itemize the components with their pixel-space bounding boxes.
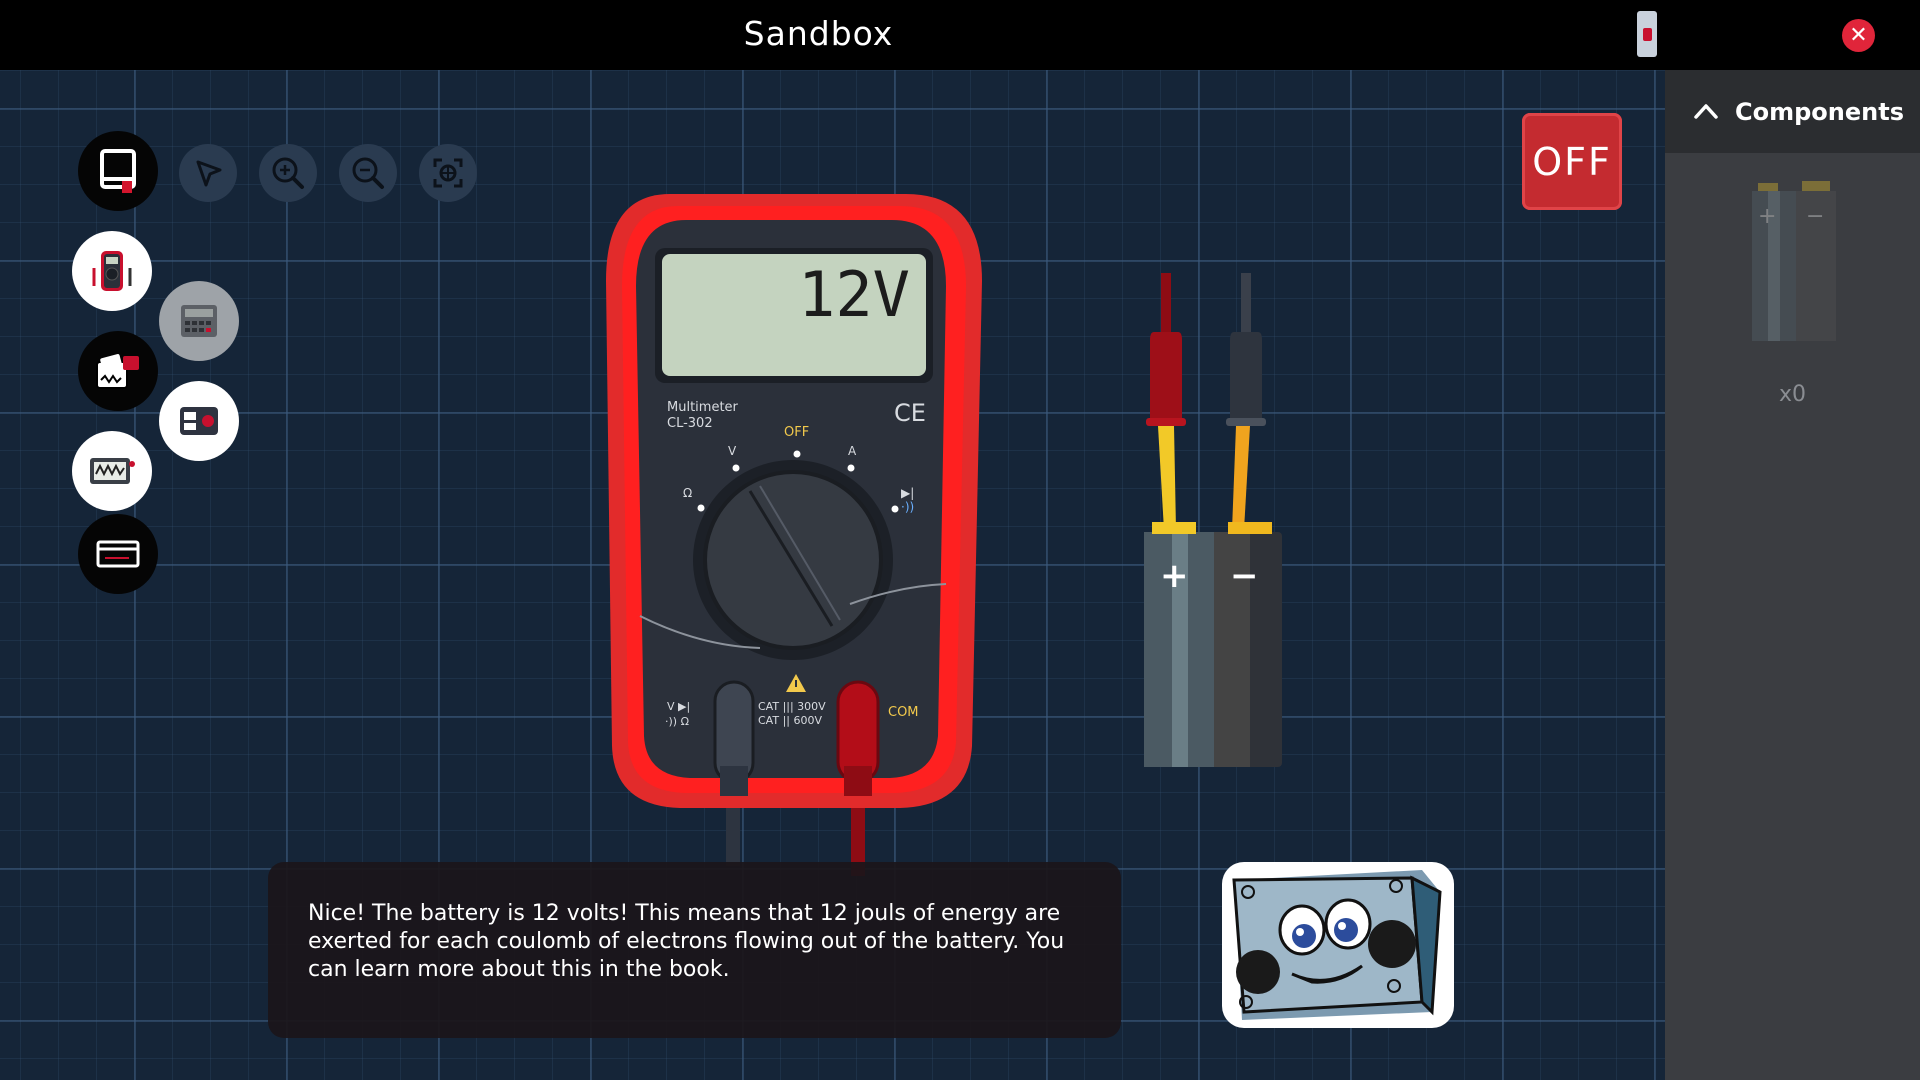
dial-current-label: A bbox=[848, 444, 857, 458]
multimeter-display: 12V bbox=[798, 258, 910, 331]
power-supply-tool-button[interactable] bbox=[159, 381, 239, 461]
rating-line1: CAT ||| 300V bbox=[758, 700, 826, 713]
dial-resistance-label: Ω bbox=[683, 486, 693, 500]
components-panel-header[interactable]: Components bbox=[1665, 70, 1920, 153]
fit-view-button[interactable] bbox=[419, 144, 477, 202]
fit-view-icon bbox=[433, 158, 463, 188]
mascot-avatar bbox=[1222, 862, 1454, 1028]
multimeter-tool-button[interactable] bbox=[72, 231, 152, 311]
battery-component[interactable] bbox=[1140, 270, 1290, 780]
power-off-button[interactable]: OFF bbox=[1522, 113, 1622, 210]
pointer-icon bbox=[196, 160, 222, 187]
display-panel-icon bbox=[96, 540, 140, 568]
multimeter-model-line1: Multimeter bbox=[667, 400, 738, 415]
jack-label-top: V ▶| bbox=[667, 700, 691, 713]
book-icon bbox=[100, 149, 136, 193]
ce-mark: CE bbox=[894, 399, 926, 427]
components-panel: Components + − x0 bbox=[1665, 70, 1920, 1080]
battery-component-card[interactable]: + − bbox=[1748, 175, 1838, 345]
oscilloscope-tool-button[interactable] bbox=[72, 431, 152, 511]
multimeter-model-line2: CL-302 bbox=[667, 416, 713, 431]
window-title: Sandbox bbox=[743, 14, 894, 53]
components-tool-button[interactable] bbox=[78, 331, 158, 411]
dial-voltage-label: V bbox=[728, 444, 737, 458]
display-tool-button[interactable] bbox=[78, 514, 158, 594]
calculator-tool-button[interactable] bbox=[159, 281, 239, 361]
calculator-icon bbox=[181, 305, 217, 337]
zoom-in-icon bbox=[272, 157, 304, 189]
circuit-parts-icon bbox=[96, 354, 139, 389]
close-button[interactable]: ✕ bbox=[1842, 19, 1875, 52]
zoom-out-button[interactable] bbox=[339, 144, 397, 202]
dialogue-text: Nice! The battery is 12 volts! This mean… bbox=[308, 901, 1065, 982]
battery-minus-label: − bbox=[1230, 556, 1259, 596]
title-bar: Sandbox ✕ bbox=[0, 0, 1920, 70]
dial-off-label: OFF bbox=[784, 425, 810, 440]
oscilloscope-icon bbox=[90, 458, 135, 484]
component-count: x0 bbox=[1778, 382, 1807, 407]
battery-level-icon bbox=[1637, 11, 1657, 57]
book-button[interactable] bbox=[78, 131, 158, 211]
svg-text:−: − bbox=[1806, 204, 1824, 229]
multimeter-icon bbox=[92, 251, 132, 291]
tutorial-dialogue: Nice! The battery is 12 volts! This mean… bbox=[268, 862, 1121, 1038]
zoom-in-button[interactable] bbox=[259, 144, 317, 202]
svg-text:+: + bbox=[1758, 204, 1776, 229]
components-panel-title: Components bbox=[1735, 97, 1904, 126]
zoom-out-icon bbox=[352, 157, 384, 189]
chevron-up-icon bbox=[1694, 103, 1718, 119]
battery-plus-label: + bbox=[1160, 556, 1189, 596]
diode-continuity-icon: ▶| ·)) bbox=[901, 486, 915, 514]
power-supply-icon bbox=[180, 407, 218, 435]
jack-label-bottom: ·)) Ω bbox=[665, 715, 689, 728]
rating-line2: CAT || 600V bbox=[758, 714, 822, 727]
com-jack-label: COM bbox=[888, 705, 919, 720]
select-tool-button[interactable] bbox=[179, 144, 237, 202]
